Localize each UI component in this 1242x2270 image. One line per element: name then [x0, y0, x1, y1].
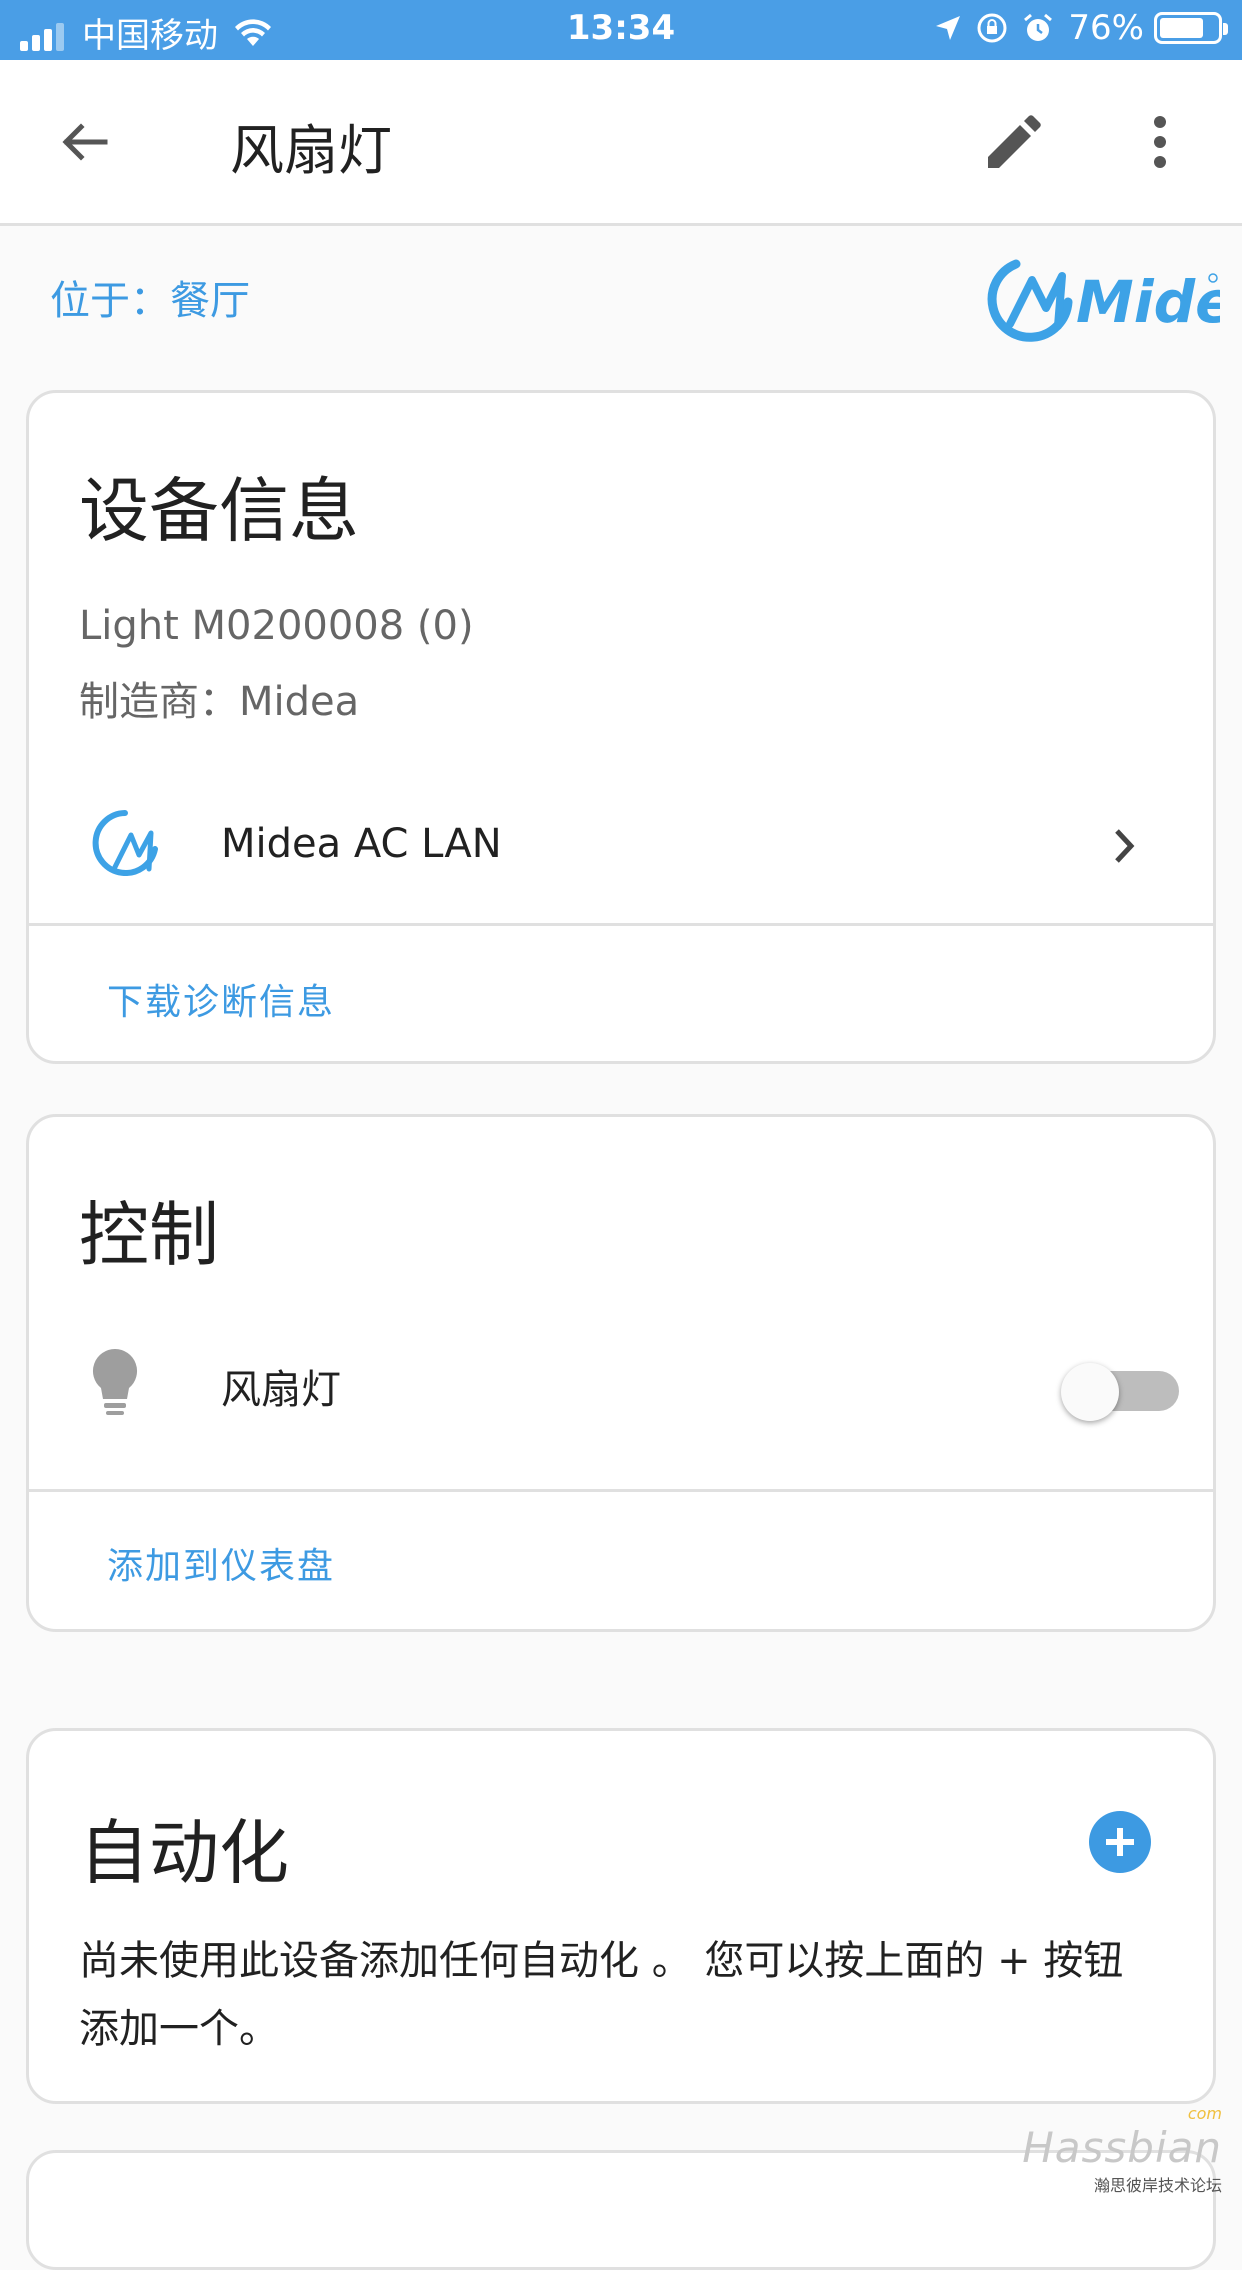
- brand-logo-text: Midea: [1076, 268, 1220, 336]
- device-model: Light M0200008 (0): [79, 603, 474, 649]
- page-title: 风扇灯: [230, 106, 392, 185]
- watermark-subtitle: 瀚思彼岸技术论坛: [1022, 2172, 1222, 2196]
- integration-name[interactable]: Midea AC LAN: [221, 821, 502, 867]
- toggle-thumb: [1061, 1363, 1119, 1421]
- battery-percentage: 76%: [1068, 8, 1144, 48]
- device-area-link[interactable]: 位于：餐厅: [50, 268, 250, 326]
- location-arrow-icon: [934, 14, 962, 42]
- entity-name[interactable]: 风扇灯: [221, 1357, 341, 1415]
- add-automation-plus-icon[interactable]: [1089, 1811, 1151, 1873]
- download-diagnostics-button[interactable]: 下载诊断信息: [107, 973, 335, 1025]
- controls-heading: 控制: [79, 1179, 219, 1280]
- automation-card: 自动化 尚未使用此设备添加任何自动化 。 您可以按上面的 + 按钮添加一个。: [26, 1728, 1216, 2104]
- device-info-card: 设备信息 Light M0200008 (0) 制造商：Midea Midea …: [26, 390, 1216, 1064]
- automation-empty-text: 尚未使用此设备添加任何自动化 。 您可以按上面的 + 按钮添加一个。: [79, 1927, 1163, 2063]
- battery-fill: [1160, 18, 1203, 38]
- app-toolbar: 风扇灯: [0, 60, 1242, 226]
- lightbulb-icon: [87, 1347, 143, 1417]
- midea-brand-logo: Midea: [980, 246, 1220, 346]
- automation-heading: 自动化: [79, 1797, 289, 1898]
- card-divider: [29, 923, 1213, 926]
- edit-pencil-icon[interactable]: [980, 112, 1044, 176]
- light-toggle-switch[interactable]: [1043, 1353, 1183, 1423]
- status-bar: 中国移动 13:34 76%: [0, 0, 1242, 60]
- device-manufacturer: 制造商：Midea: [79, 669, 359, 727]
- battery-icon: [1154, 12, 1222, 44]
- controls-card: 控制 风扇灯 添加到仪表盘: [26, 1114, 1216, 1632]
- rotation-lock-icon: [976, 12, 1008, 44]
- device-info-heading: 设备信息: [79, 455, 359, 556]
- alarm-clock-icon: [1022, 12, 1054, 44]
- add-to-dashboard-button[interactable]: 添加到仪表盘: [107, 1537, 335, 1589]
- card-divider: [29, 1489, 1213, 1492]
- more-vert-icon[interactable]: [1140, 112, 1180, 172]
- watermark-suffix: com: [1022, 2104, 1222, 2123]
- forum-watermark: com Hassbian 瀚思彼岸技术论坛: [1022, 2104, 1222, 2196]
- chevron-right-icon[interactable]: [1105, 821, 1145, 871]
- status-bar-right: 76%: [920, 8, 1222, 48]
- midea-integration-icon: [85, 805, 169, 881]
- watermark-brand: Hassbian: [1022, 2123, 1222, 2172]
- back-arrow-icon[interactable]: [55, 112, 115, 172]
